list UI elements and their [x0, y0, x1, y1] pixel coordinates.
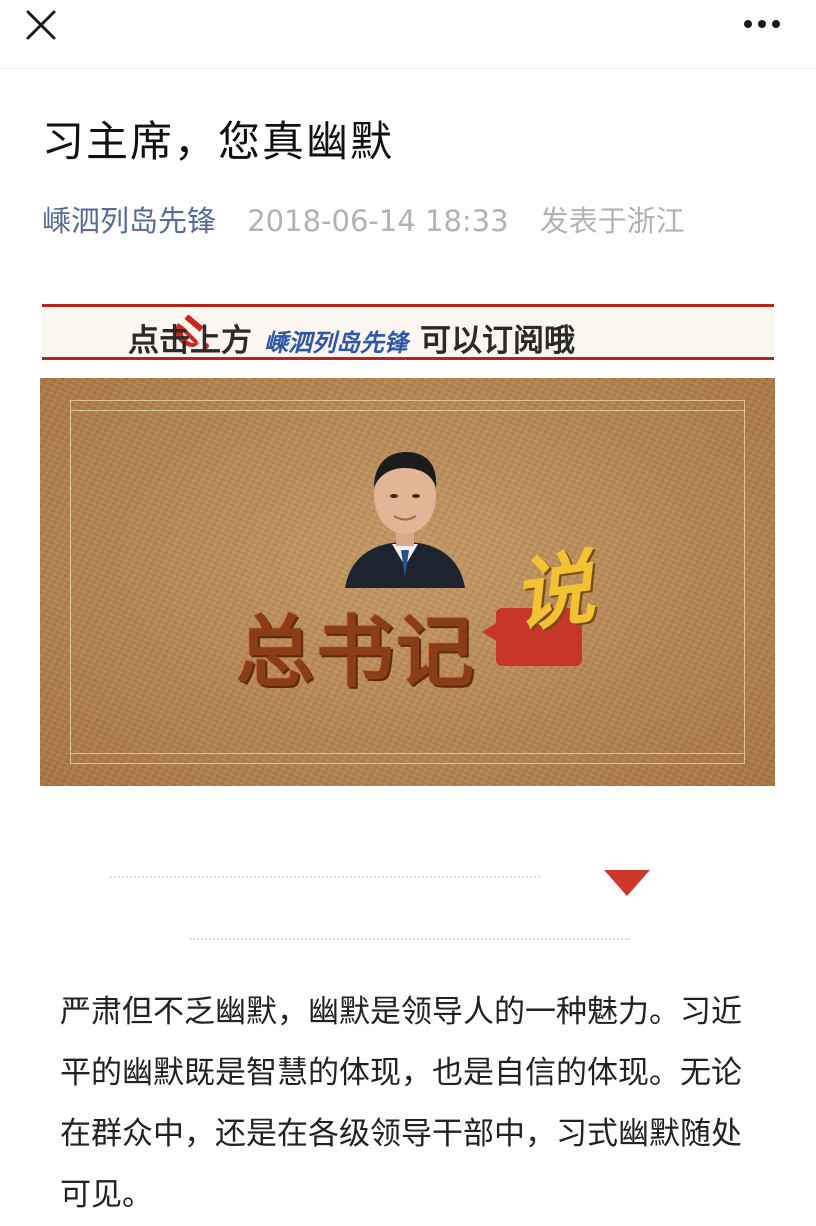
article-paragraph: 严肃但不乏幽默，幽默是领导人的一种魅力。习近平的幽默既是智慧的体现，也是自信的体… [60, 994, 742, 1213]
divider-line [110, 876, 540, 878]
frame-line [70, 400, 745, 401]
more-dots-icon [744, 20, 780, 28]
article-meta: 嵊泗列岛先锋 2018-06-14 18:33 发表于浙江 [42, 198, 685, 240]
article-title: 习主席，您真幽默 [42, 117, 395, 166]
frame-line [70, 753, 745, 754]
portrait-photo [345, 452, 465, 588]
banner-suffix: 可以订阅哦 [420, 323, 575, 359]
frame-line [70, 410, 745, 411]
publish-location: 发表于浙江 [539, 204, 685, 238]
more-options-button[interactable] [740, 10, 788, 40]
close-icon [26, 10, 56, 40]
subscribe-banner[interactable]: 点击上方 嵊泗列岛先锋 可以订阅哦 [42, 304, 774, 360]
author-link[interactable]: 嵊泗列岛先锋 [42, 204, 216, 238]
frame-line [70, 400, 71, 764]
frame-line [744, 400, 745, 764]
banner-brand: 嵊泗列岛先锋 [264, 328, 408, 357]
divider-line [190, 938, 630, 940]
publish-date: 2018-06-14 18:33 [247, 204, 509, 238]
banner-prefix: 点击上方 [128, 323, 252, 359]
close-button[interactable] [22, 6, 62, 46]
hero-title: 总书记 [236, 607, 477, 698]
down-triangle-icon [604, 870, 650, 896]
hero-accent-character: 说 [506, 539, 599, 645]
hero-image: 总书记 说 [40, 378, 775, 786]
frame-line [70, 763, 745, 764]
top-bar [0, 0, 816, 69]
subscribe-banner-text: 点击上方 嵊泗列岛先锋 可以订阅哦 [128, 315, 575, 360]
